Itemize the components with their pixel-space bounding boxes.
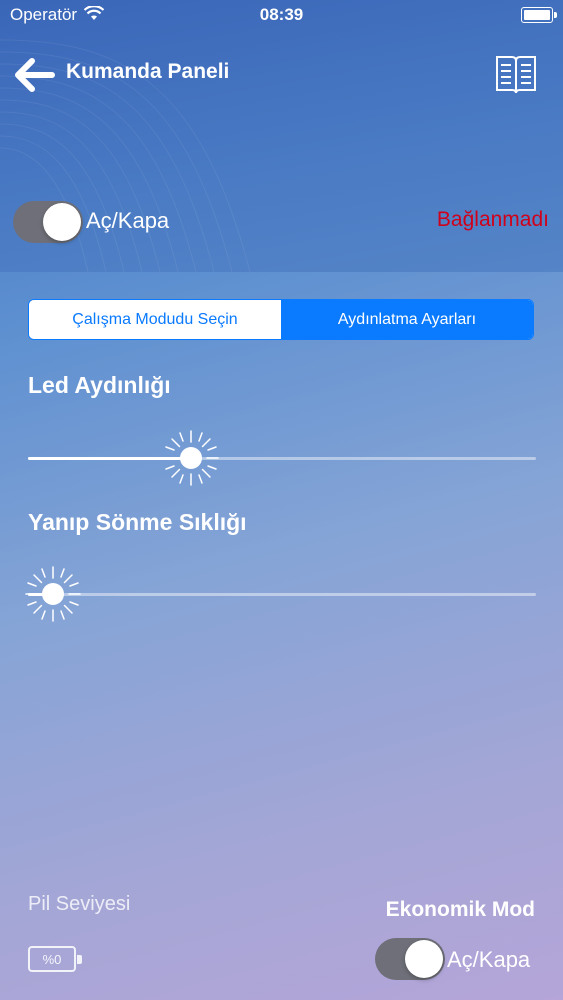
eco-mode-title: Ekonomik Mod	[385, 898, 535, 921]
page-title: Kumanda Paneli	[66, 60, 230, 83]
toggle-knob	[43, 203, 81, 241]
connection-status: Bağlanmadı	[436, 208, 549, 231]
arrow-left-icon[interactable]	[12, 56, 56, 94]
led-brightness-title: Led Aydınlığı	[28, 372, 171, 398]
power-toggle[interactable]	[13, 201, 83, 243]
slider-track	[28, 593, 536, 596]
power-toggle-label: Aç/Kapa	[86, 208, 170, 233]
clock: 08:39	[259, 5, 304, 24]
tab-work-mode[interactable]: Çalışma Modudu Seçin	[29, 300, 281, 339]
eco-mode-toggle[interactable]	[375, 938, 445, 980]
mode-segmented-control: Çalışma Modudu Seçin Aydınlatma Ayarları	[28, 299, 534, 340]
status-bar: Operatör 08:39	[0, 0, 563, 30]
blink-frequency-slider[interactable]	[25, 564, 536, 624]
battery-percent: %0	[42, 951, 62, 967]
eco-toggle-label: Aç/Kapa	[447, 947, 531, 972]
tab-lighting-settings[interactable]: Aydınlatma Ayarları	[281, 300, 533, 339]
sun-icon[interactable]	[23, 564, 83, 624]
blink-frequency-title: Yanıp Sönme Sıklığı	[28, 509, 247, 535]
battery-level-label: Pil Seviyesi	[28, 893, 131, 915]
sun-icon[interactable]	[161, 428, 221, 488]
battery-level-icon: %0	[28, 946, 82, 972]
battery-icon	[521, 7, 557, 23]
book-icon[interactable]	[494, 54, 538, 96]
toggle-knob	[405, 940, 443, 978]
led-brightness-slider[interactable]	[28, 428, 536, 488]
